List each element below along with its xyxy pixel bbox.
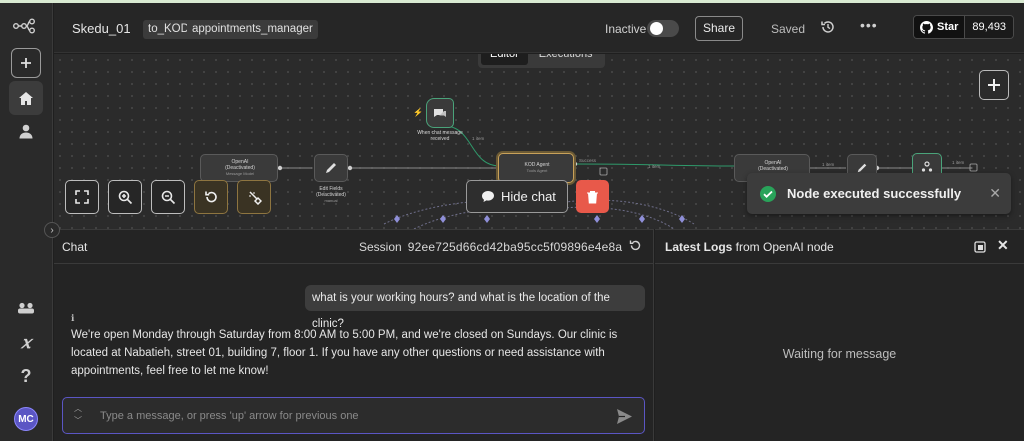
add-icon[interactable] — [11, 48, 41, 78]
tab-executions[interactable]: Executions — [530, 54, 602, 65]
logo-icon[interactable] — [11, 11, 41, 41]
expand-icon[interactable] — [974, 240, 986, 253]
undo-button[interactable] — [194, 180, 228, 214]
user-message: what is your working hours? and what is … — [305, 285, 645, 330]
session-info: Session 92ee725d66cd42ba95cc5f09896e4e8a — [359, 240, 622, 254]
webhook-icon — [921, 161, 933, 172]
help-icon[interactable]: ? — [11, 361, 41, 391]
logs-title: Latest Logs from OpenAI node — [665, 240, 834, 254]
zoom-out-button[interactable] — [151, 180, 185, 214]
chat-bubble-icon — [482, 191, 494, 202]
logs-title-rest: from OpenAI node — [732, 240, 834, 254]
undo-icon — [205, 191, 217, 203]
tidy-up-icon — [248, 190, 262, 205]
bot-message: We're open Monday through Saturday from … — [71, 329, 618, 377]
node-label: When chat message received — [410, 130, 470, 142]
toggle-knob — [650, 22, 663, 35]
send-icon[interactable] — [616, 408, 633, 425]
refresh-session-icon[interactable] — [629, 239, 642, 252]
edge-label: 1 item — [648, 164, 661, 169]
divider — [655, 263, 1024, 264]
zoom-out-icon — [161, 190, 175, 204]
waiting-message: Waiting for message — [782, 347, 897, 361]
history-icon[interactable] — [820, 19, 836, 35]
divider — [54, 263, 654, 264]
close-icon[interactable]: ✕ — [997, 237, 1009, 254]
session-label: Session — [359, 240, 402, 254]
pencil-icon — [326, 163, 336, 173]
variables-icon[interactable]: 𝑥 — [11, 328, 41, 358]
active-toggle[interactable] — [647, 20, 679, 37]
tag[interactable]: appointments_manager — [187, 20, 318, 39]
fit-view-button[interactable] — [65, 180, 99, 214]
session-id: 92ee725d66cd42ba95cc5f09896e4e8a — [407, 240, 623, 254]
history-arrows-icon[interactable]: ︿ ﹀ — [74, 403, 82, 427]
node-subtitle: received — [430, 136, 450, 142]
github-star-label: Star — [937, 21, 959, 33]
user-icon[interactable] — [11, 116, 41, 146]
trigger-bolt-icon: ⚡ — [413, 108, 423, 117]
workflow-canvas[interactable]: 1 item 1 item 1 item 1 item Success Edit… — [54, 54, 1024, 229]
github-star-count: 89,493 — [964, 16, 1014, 38]
node-chat-trigger[interactable] — [426, 98, 454, 128]
github-icon — [920, 20, 933, 34]
node-edit-fields[interactable] — [314, 154, 348, 182]
chat-input-box: ︿ ﹀ — [62, 397, 645, 434]
node-subtitle: Tools Agent — [526, 168, 548, 173]
hide-chat-label: Hide chat — [501, 189, 556, 204]
node-kod-agent[interactable]: KOD Agent Tools Agent — [498, 153, 574, 183]
more-options-icon[interactable]: ••• — [860, 17, 878, 33]
collapse-sidebar-icon[interactable]: › — [44, 222, 60, 238]
tidy-up-button[interactable] — [237, 180, 271, 214]
share-button[interactable]: Share — [695, 16, 743, 41]
trash-icon — [587, 190, 598, 203]
edge-label: Success — [579, 158, 597, 163]
avatar[interactable]: MC — [14, 407, 38, 431]
github-star[interactable]: Star — [914, 16, 965, 38]
check-circle-icon — [760, 185, 776, 202]
edge-label: 1 item — [952, 160, 965, 165]
node-label: Edit Fields (Deactivated) manual — [302, 186, 360, 204]
node-subtitle: manual — [324, 198, 338, 203]
tab-editor[interactable]: Editor — [481, 54, 528, 65]
mode-switch: Editor Executions — [478, 54, 605, 68]
chat-title: Chat — [62, 240, 88, 254]
edge-label: 1 item — [472, 136, 485, 141]
chat-trigger-icon — [434, 109, 446, 117]
zoom-in-icon — [118, 190, 132, 204]
fit-view-icon — [75, 190, 89, 204]
node-subtitle: Message Model — [225, 171, 255, 176]
workflow-name[interactable]: Skedu_01 — [72, 21, 131, 36]
chat-message-input[interactable] — [100, 407, 600, 425]
templates-icon[interactable] — [11, 293, 41, 323]
success-toast: Node executed successfully ✕ — [747, 173, 1011, 214]
github-star-button[interactable]: Star 89,493 — [913, 15, 1015, 39]
hide-chat-button[interactable]: Hide chat — [466, 180, 568, 213]
info-icon[interactable]: ℹ — [71, 313, 74, 324]
sidebar: 𝑥 ? MC — [0, 3, 53, 441]
active-status-label: Inactive — [605, 22, 647, 36]
node-subtitle: (Deactivated) — [758, 166, 788, 172]
add-node-button[interactable] — [979, 70, 1009, 100]
header: Skedu_01 to_KOD appointments_manager Ina… — [54, 3, 1024, 53]
logs-title-bold: Latest Logs — [665, 240, 733, 254]
zoom-in-button[interactable] — [108, 180, 142, 214]
saved-status: Saved — [771, 22, 806, 36]
logs-panel: Latest Logs from OpenAI node ✕ Waiting f… — [655, 229, 1024, 441]
delete-button[interactable] — [576, 180, 609, 213]
home-icon[interactable] — [9, 81, 43, 115]
app-window: 𝑥 ? MC › Skedu_01 to_KOD appointments_ma… — [0, 0, 1024, 441]
chat-panel: Chat Session 92ee725d66cd42ba95cc5f09896e… — [54, 229, 654, 441]
close-icon[interactable]: ✕ — [989, 185, 1001, 202]
edge-label: 1 item — [822, 162, 835, 167]
node-openai-deactivated[interactable]: OpenAI (Deactivated) Message Model — [200, 154, 278, 182]
toast-message: Node executed successfully — [787, 186, 962, 201]
